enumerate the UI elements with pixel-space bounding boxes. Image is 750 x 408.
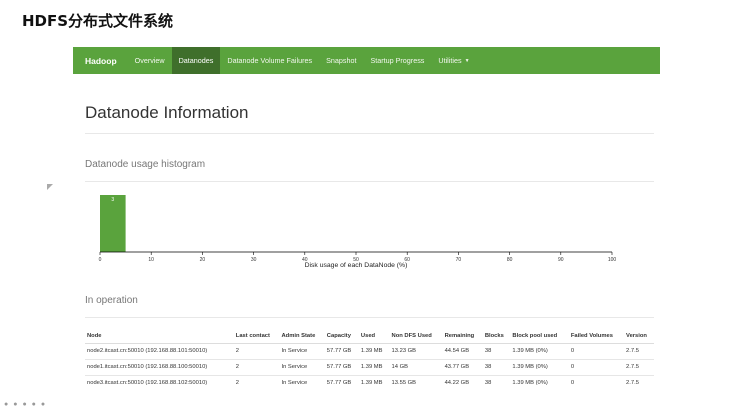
browser-page: Hadoop Overview Datanodes Datanode Volum… (73, 47, 660, 406)
decorative-triangle-icon (47, 184, 53, 190)
table-cell: In Service (279, 359, 325, 376)
table-cell: node1.itcast.cn:50010 (192.168.88.100:50… (85, 359, 234, 376)
nav-label: Overview (134, 56, 165, 65)
table-row: node2.itcast.cn:50010 (192.168.88.101:50… (85, 343, 654, 360)
table-cell: node3.itcast.cn:50010 (192.168.88.102:50… (85, 375, 234, 391)
table-cell: 13.55 GB (389, 375, 443, 391)
table-cell: 2.7.5 (624, 375, 654, 391)
column-header: Node (85, 330, 234, 344)
table-cell: 38 (482, 359, 511, 376)
x-tick-label: 20 (200, 257, 206, 263)
brand-logo[interactable]: Hadoop (73, 47, 128, 74)
x-tick-label: 10 (148, 257, 154, 263)
table-cell: 1.39 MB (0%) (510, 359, 569, 376)
nav-label: Datanode Volume Failures (227, 56, 313, 65)
histogram-bar (100, 195, 126, 252)
table-cell: 2 (233, 343, 280, 360)
divider (85, 133, 654, 134)
table-cell: 0 (568, 375, 625, 391)
nav-label: Utilities (438, 56, 462, 65)
nav-datanode-volume-failures[interactable]: Datanode Volume Failures (220, 47, 319, 74)
table-cell: 57.77 GB (324, 359, 359, 376)
table-cell: 57.77 GB (324, 375, 359, 391)
divider (85, 317, 654, 318)
table-cell: 13.23 GB (389, 343, 443, 360)
histogram-heading: Datanode usage histogram (85, 159, 206, 170)
column-header: Remaining (442, 330, 483, 344)
nav-overview[interactable]: Overview (128, 47, 172, 74)
table-row: node1.itcast.cn:50010 (192.168.88.100:50… (85, 359, 654, 376)
table-cell: 57.77 GB (324, 343, 359, 360)
nav-startup-progress[interactable]: Startup Progress (363, 47, 431, 74)
x-tick-label: 90 (558, 257, 564, 263)
column-header: Non DFS Used (389, 330, 443, 344)
table-cell: 38 (482, 343, 511, 360)
table-row: node3.itcast.cn:50010 (192.168.88.102:50… (85, 375, 654, 391)
x-axis-label: Disk usage of each DataNode (%) (305, 262, 408, 269)
divider (85, 181, 654, 182)
column-header: Failed Volumes (568, 330, 625, 344)
x-tick-label: 70 (456, 257, 462, 263)
navbar: Hadoop Overview Datanodes Datanode Volum… (73, 47, 660, 74)
usage-histogram: 30 10 20 30 40 50 60 70 80 90 100Disk usage of eac… (99, 195, 617, 269)
nav-snapshot[interactable]: Snapshot (319, 47, 363, 74)
table-cell: In Service (279, 343, 325, 360)
table-cell: 38 (482, 375, 511, 391)
column-header: Used (358, 330, 390, 344)
nav-label: Snapshot (326, 56, 357, 65)
column-header: Version (624, 330, 654, 344)
column-header: Admin State (279, 330, 325, 344)
table-cell: 14 GB (389, 359, 443, 376)
x-tick-label: 100 (608, 257, 617, 263)
nav-label: Startup Progress (370, 56, 425, 65)
x-tick-label: 0 (99, 257, 102, 263)
bar-count-label: 3 (111, 197, 114, 203)
table-cell: 2.7.5 (624, 343, 654, 360)
table-cell: 2 (233, 359, 280, 376)
column-header: Block pool used (510, 330, 569, 344)
table-cell: 0 (568, 343, 625, 360)
table-cell: 1.39 MB (358, 343, 390, 360)
table-cell: 0 (568, 359, 625, 376)
table-cell: 1.39 MB (0%) (510, 343, 569, 360)
column-header: Blocks (482, 330, 511, 344)
datanode-table: Node Last contact Admin State Capacity Used N… (85, 330, 654, 391)
nav-label: Datanodes (178, 56, 214, 65)
table-cell: In Service (279, 375, 325, 391)
table-cell: 1.39 MB (0%) (510, 375, 569, 391)
column-header: Last contact (233, 330, 280, 344)
pagination-dots: ●●●●● (4, 401, 51, 408)
table-cell: node2.itcast.cn:50010 (192.168.88.101:50… (85, 343, 234, 360)
table-cell: 44.22 GB (442, 375, 483, 391)
x-tick-label: 80 (507, 257, 513, 263)
table-cell: 1.39 MB (358, 375, 390, 391)
slide-title: HDFS分布式文件系统 (22, 12, 174, 30)
table-body: node2.itcast.cn:50010 (192.168.88.101:50… (85, 343, 654, 391)
table-cell: 2 (233, 375, 280, 391)
in-operation-heading: In operation (85, 295, 138, 306)
nav-utilities[interactable]: Utilities ▼ (431, 47, 476, 74)
caret-down-icon: ▼ (464, 57, 470, 64)
x-tick-label: 30 (251, 257, 257, 263)
table-cell: 43.77 GB (442, 359, 483, 376)
column-header: Capacity (324, 330, 359, 344)
table-cell: 44.54 GB (442, 343, 483, 360)
table-cell: 2.7.5 (624, 359, 654, 376)
nav-datanodes[interactable]: Datanodes (171, 47, 221, 74)
page-title: Datanode Information (85, 103, 249, 122)
table-cell: 1.39 MB (358, 359, 390, 376)
table-header-row: Node Last contact Admin State Capacity Used N… (85, 330, 654, 344)
